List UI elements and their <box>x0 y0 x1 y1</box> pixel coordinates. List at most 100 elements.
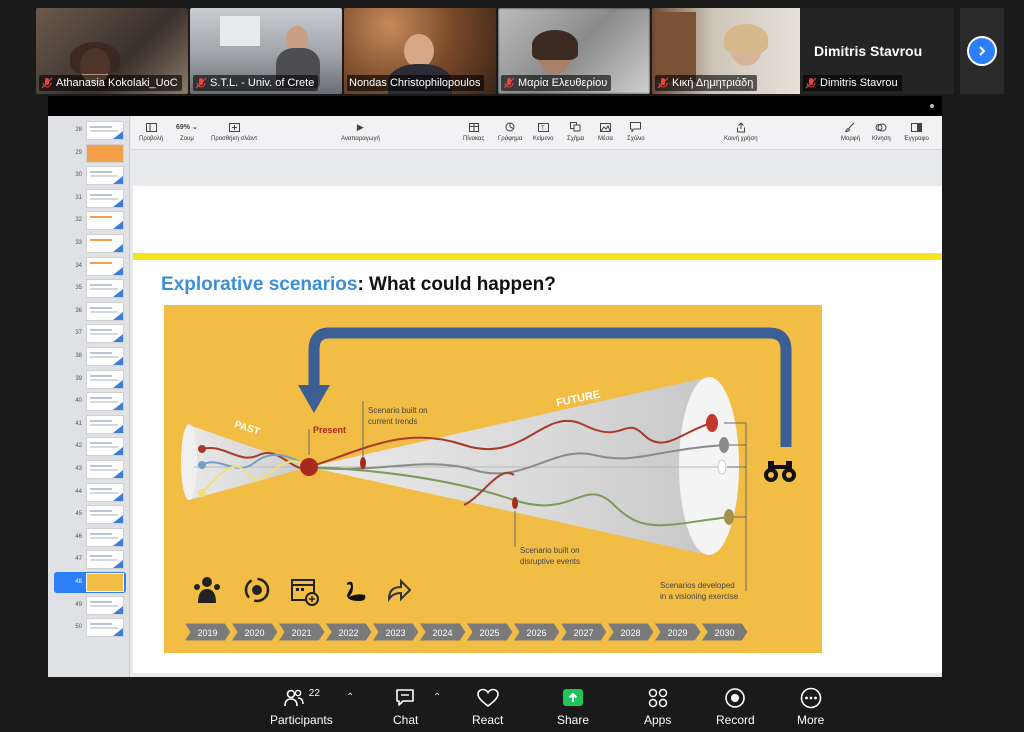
slide-thumbnail[interactable]: 40 <box>48 392 130 412</box>
year-label: 2022 <box>338 628 358 638</box>
toolbar-document-button[interactable]: Έγγραφο <box>904 121 929 142</box>
slide-thumbnail[interactable]: 29 <box>48 143 130 164</box>
slide-thumbnail[interactable]: 49 <box>48 595 130 616</box>
meeting-controls-bar: 22 Participants ⌃ Chat ⌃ React Share App… <box>0 680 1024 732</box>
slide-thumbnail[interactable]: 39 <box>48 369 130 390</box>
slide-thumbnail[interactable]: 35 <box>48 279 130 299</box>
apps-button[interactable]: Apps <box>644 686 671 727</box>
slide-number: 42 <box>75 443 82 450</box>
past-marker <box>198 445 206 453</box>
year-label: 2019 <box>197 628 217 638</box>
toolbar-chart-button[interactable]: Γράφημα <box>498 121 522 142</box>
slide-preview <box>86 414 124 434</box>
toolbar-shape-button[interactable]: Σχήμα <box>567 121 584 142</box>
participant-tile-no-video[interactable]: Dimitris Stavrou Dimitris Stavrou <box>800 8 954 94</box>
toolbar-play-button[interactable]: ▶ Αναπαραγωγή <box>341 121 380 143</box>
table-icon <box>468 121 480 133</box>
participant-tile[interactable]: Athanasia Kokolaki_UoC <box>36 8 188 94</box>
slide-preview <box>86 301 124 321</box>
share-screen-button[interactable]: Share <box>557 686 589 727</box>
toolbar-format-button[interactable]: Μορφή <box>841 121 860 142</box>
year-label: 2024 <box>432 628 452 638</box>
slide-preview <box>86 505 124 525</box>
shared-screen-header <box>48 96 942 116</box>
slide-preview <box>86 527 124 547</box>
slide-thumbnail[interactable]: 48 <box>48 572 130 593</box>
toolbar-add-slide-button[interactable]: Προσθήκη σλάιντ <box>211 121 257 142</box>
participant-tile[interactable]: Κική Δημητριάδη <box>652 8 804 94</box>
toolbar-share-button[interactable]: Κοινή χρήση <box>724 121 758 142</box>
slide-thumbnail[interactable]: 32 <box>48 211 130 231</box>
slide-header-line <box>133 253 942 260</box>
slide-number: 50 <box>75 624 82 631</box>
year-label: 2029 <box>667 628 687 638</box>
slide-thumbnail[interactable]: 42 <box>48 437 130 457</box>
slide-thumbnail[interactable]: 47 <box>48 550 130 570</box>
toolbar-table-button[interactable]: Πίνακας <box>463 121 484 142</box>
chart-icon <box>504 121 516 133</box>
slide-thumbnail[interactable]: 45 <box>48 505 130 525</box>
return-arrow-head <box>298 385 330 413</box>
slide-thumbnail[interactable]: 34 <box>48 256 130 277</box>
slide-thumbnail[interactable]: 50 <box>48 618 130 638</box>
slide-preview <box>86 121 124 140</box>
participant-name-tag: S.T.L. - Univ. of Crete <box>193 75 319 91</box>
participant-name-tag: Κική Δημητριάδη <box>655 75 758 91</box>
visioning-callout: Scenarios developed in a visioning exerc… <box>660 581 739 601</box>
chat-button[interactable]: Chat <box>393 686 418 727</box>
animate-icon <box>875 121 887 133</box>
toolbar-text-button[interactable]: T Κείμενο <box>533 121 553 142</box>
slide-thumbnail[interactable]: 43 <box>48 460 130 480</box>
slide-thumbnail[interactable]: 38 <box>48 347 130 367</box>
toolbar-media-button[interactable]: Μέσα <box>598 121 613 142</box>
slide-preview <box>86 482 124 502</box>
more-button[interactable]: More <box>797 686 824 727</box>
participant-name: Μαρία Ελευθερίου <box>518 77 608 89</box>
participant-tile[interactable]: S.T.L. - Univ. of Crete <box>190 8 342 94</box>
participants-options-caret[interactable]: ⌃ <box>346 692 354 703</box>
apps-icon <box>646 686 670 710</box>
slide-preview <box>86 460 124 479</box>
slide-thumbnail[interactable]: 33 <box>48 234 130 254</box>
slide-thumbnail[interactable]: 36 <box>48 301 130 322</box>
toolbar-view-button[interactable]: Προβολή <box>139 121 163 142</box>
participant-tile[interactable]: Μαρία Ελευθερίου <box>498 8 650 94</box>
slide-thumbnail[interactable]: 37 <box>48 324 130 344</box>
timeline-years: 2019 2020 2021 2022 2023 2024 2025 2026 2027 2028… <box>183 622 749 642</box>
participants-count: 22 <box>308 687 320 699</box>
record-button[interactable]: Record <box>716 686 755 727</box>
next-participants-page[interactable] <box>960 8 1004 94</box>
react-button[interactable]: React <box>472 686 503 727</box>
slide-preview <box>86 347 124 366</box>
more-icon <box>799 686 823 710</box>
slide-number: 35 <box>75 285 82 292</box>
options-dot-icon[interactable] <box>930 104 934 108</box>
toolbar-zoom-button[interactable]: 69% ⌄ Ζουμ <box>176 121 198 143</box>
slide-number: 33 <box>75 240 82 246</box>
chevron-right-icon <box>967 36 997 66</box>
participant-name: Κική Δημητριάδη <box>672 77 754 89</box>
slide-preview <box>86 573 124 592</box>
participants-button[interactable]: 22 Participants <box>270 686 333 728</box>
slide-preview <box>86 324 124 344</box>
slide-thumbnail[interactable]: 31 <box>48 188 130 209</box>
slide-thumbnail[interactable]: 44 <box>48 482 130 503</box>
slide-thumbnail[interactable]: 28 <box>48 121 130 141</box>
chat-options-caret[interactable]: ⌃ <box>433 692 441 703</box>
participant-name-tag: Nondas Christophilopoulos <box>347 75 485 91</box>
year-label: 2028 <box>620 628 640 638</box>
toolbar-animate-button[interactable]: Κίνηση <box>872 121 891 142</box>
slide-thumbnail[interactable]: 46 <box>48 527 130 548</box>
slide-number: 39 <box>75 375 82 382</box>
participant-tile-active-speaker[interactable]: Nondas Christophilopoulos <box>344 8 496 94</box>
disruption-marker <box>512 497 518 509</box>
past-marker <box>198 461 206 469</box>
slide-48[interactable]: Explorative scenarios: What could happen… <box>133 186 942 673</box>
slide-thumbnail[interactable]: 41 <box>48 414 130 435</box>
slide-number: 34 <box>75 262 82 269</box>
slide-thumbnail[interactable]: 30 <box>48 166 130 186</box>
team-icon <box>194 577 220 603</box>
scenario-end-marker <box>706 414 718 432</box>
toolbar-comment-button[interactable]: Σχόλιο <box>627 121 645 142</box>
slide-number: 32 <box>75 217 82 224</box>
